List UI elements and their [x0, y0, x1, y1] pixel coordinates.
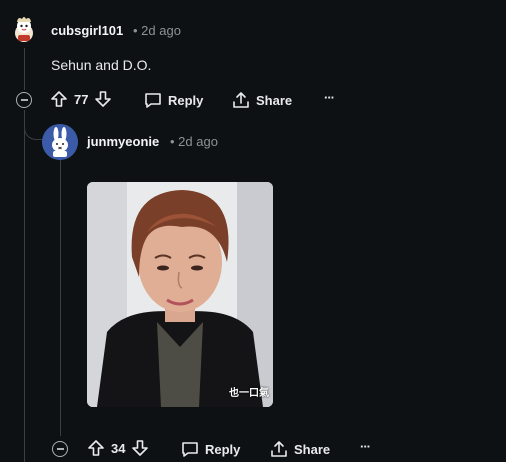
gif-image[interactable]: 也一口氣 [87, 182, 273, 407]
comment-timestamp: • 2d ago [170, 134, 218, 149]
share-label: Share [256, 92, 293, 108]
vote-group: 77 [50, 90, 112, 108]
thread-line-1 [24, 48, 25, 90]
more-options-button[interactable]: ··· [324, 90, 335, 105]
thread-line-1-lower [24, 110, 25, 462]
comment-icon [144, 91, 162, 109]
collapse-thread-button[interactable] [16, 92, 32, 108]
reply-connector [24, 110, 42, 140]
portrait-image [87, 182, 273, 407]
snoo-avatar-icon [15, 17, 33, 42]
avatar[interactable] [42, 124, 78, 160]
downvote-icon[interactable] [131, 439, 149, 457]
more-options-button[interactable]: ··· [360, 439, 371, 454]
thread-line-2 [60, 158, 61, 436]
share-icon [270, 440, 288, 458]
reply-button[interactable]: Reply [144, 91, 203, 109]
bunny-avatar-icon [42, 124, 78, 160]
reply-button[interactable]: Reply [181, 440, 240, 458]
comment-author[interactable]: cubsgirl101 [51, 23, 123, 38]
comment-timestamp: • 2d ago [133, 23, 181, 38]
upvote-icon[interactable] [87, 439, 105, 457]
vote-count: 34 [111, 440, 126, 456]
share-button[interactable]: Share [270, 440, 330, 458]
comment-author[interactable]: junmyeonie [87, 134, 159, 149]
vote-count: 77 [74, 91, 89, 107]
comment-body: Sehun and D.O. [51, 57, 152, 73]
vote-group: 34 [87, 439, 149, 457]
upvote-icon[interactable] [50, 90, 68, 108]
share-button[interactable]: Share [232, 91, 292, 109]
avatar[interactable] [8, 13, 40, 45]
gif-caption: 也一口氣 [229, 388, 269, 399]
reply-label: Reply [205, 441, 241, 457]
share-icon [232, 91, 250, 109]
downvote-icon[interactable] [94, 90, 112, 108]
comment-icon [181, 440, 199, 458]
reply-label: Reply [168, 92, 204, 108]
collapse-thread-button[interactable] [52, 441, 68, 457]
share-label: Share [294, 441, 331, 457]
